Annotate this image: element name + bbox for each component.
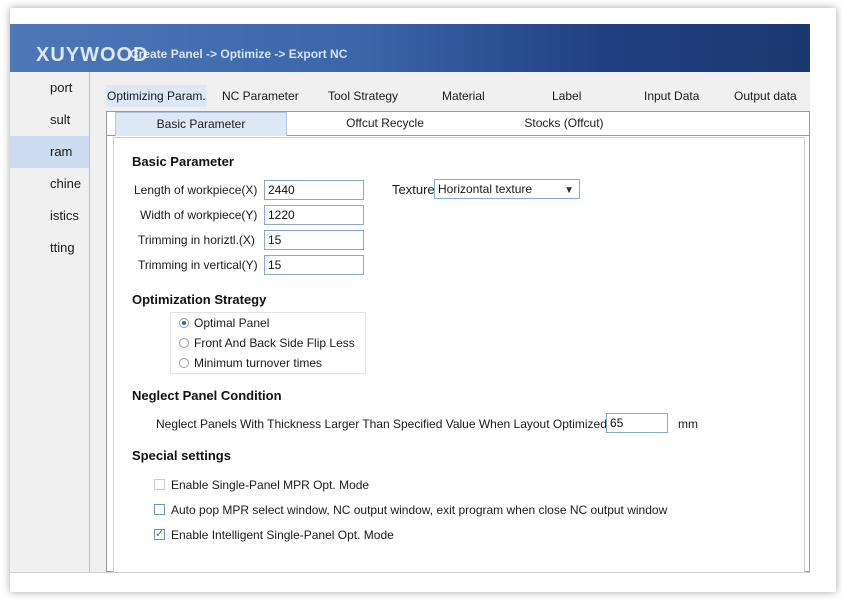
- checkbox-auto-pop-mpr[interactable]: Auto pop MPR select window, NC output wi…: [154, 503, 667, 517]
- radio-label: Optimal Panel: [194, 316, 270, 330]
- checkbox-label: Enable Intelligent Single-Panel Opt. Mod…: [171, 528, 394, 542]
- main-content: Optimizing Param. NC Parameter Tool Stra…: [90, 72, 810, 573]
- checkbox-checked-icon: [154, 527, 165, 540]
- sidebar-item-result[interactable]: sult: [10, 104, 89, 136]
- tab-tool-strategy[interactable]: Tool Strategy: [328, 85, 398, 107]
- thickness-unit: mm: [678, 417, 698, 431]
- checkbox-intelligent-single-panel[interactable]: Enable Intelligent Single-Panel Opt. Mod…: [154, 527, 394, 542]
- tab-output-data[interactable]: Output data: [734, 85, 797, 107]
- subtab-basic-parameter[interactable]: Basic Parameter: [115, 112, 287, 136]
- neglect-thickness-input[interactable]: [606, 413, 668, 433]
- radio-label: Minimum turnover times: [194, 356, 323, 370]
- radio-unchecked-icon: [179, 358, 189, 368]
- trim-horizontal-input[interactable]: [264, 230, 364, 250]
- tab-nc-parameter[interactable]: NC Parameter: [222, 85, 299, 107]
- checkbox-label: Enable Single-Panel MPR Opt. Mode: [171, 478, 370, 492]
- trim-vertical-label: Trimming in vertical(Y): [138, 258, 258, 272]
- checkbox-unchecked-icon: [154, 479, 165, 490]
- length-label: Length of workpiece(X): [134, 183, 258, 197]
- window-bottom-edge: [10, 572, 810, 573]
- trim-vertical-input[interactable]: [264, 255, 364, 275]
- texture-select[interactable]: Horizontal texture ▼: [434, 179, 580, 199]
- sidebar-item-statistics[interactable]: istics: [10, 200, 89, 232]
- radio-unchecked-icon: [179, 338, 189, 348]
- sub-tab-bar: Basic Parameter Offcut Recycle Stocks (O…: [107, 112, 809, 136]
- radio-checked-icon: [179, 318, 189, 328]
- basic-parameter-heading: Basic Parameter: [132, 154, 234, 169]
- trim-horizontal-label: Trimming in horiztl.(X): [138, 233, 255, 247]
- workflow-breadcrumb: Create Panel -> Optimize -> Export NC: [130, 47, 348, 61]
- basic-parameter-page: Basic Parameter Length of workpiece(X) T…: [113, 137, 805, 573]
- special-settings-heading: Special settings: [132, 448, 231, 463]
- tab-material[interactable]: Material: [442, 85, 485, 107]
- checkbox-label: Auto pop MPR select window, NC output wi…: [171, 503, 668, 517]
- optimizing-param-panel: Basic Parameter Offcut Recycle Stocks (O…: [106, 111, 810, 573]
- width-input[interactable]: [264, 205, 364, 225]
- subtab-offcut-recycle[interactable]: Offcut Recycle: [307, 112, 463, 135]
- radio-flip-less[interactable]: Front And Back Side Flip Less: [179, 336, 355, 350]
- sidebar-item-machine[interactable]: chine: [10, 168, 89, 200]
- radio-optimal-panel[interactable]: Optimal Panel: [179, 316, 269, 330]
- radio-minimum-turnover[interactable]: Minimum turnover times: [179, 356, 322, 370]
- texture-selected-value: Horizontal texture: [438, 182, 533, 196]
- chevron-down-icon: ▼: [564, 185, 574, 196]
- tab-input-data[interactable]: Input Data: [644, 85, 699, 107]
- sidebar: port sult ram chine istics tting: [10, 72, 90, 572]
- sidebar-item-param[interactable]: ram: [10, 136, 89, 168]
- subtab-stocks-offcut[interactable]: Stocks (Offcut): [489, 112, 639, 135]
- tab-optimizing-param[interactable]: Optimizing Param.: [106, 85, 207, 107]
- texture-label: Texture: [392, 182, 435, 197]
- workflow-banner: XUYWOOD Create Panel -> Optimize -> Expo…: [10, 24, 810, 72]
- tab-label[interactable]: Label: [552, 85, 581, 107]
- sidebar-item-setting[interactable]: tting: [10, 232, 89, 264]
- neglect-thickness-label: Neglect Panels With Thickness Larger Tha…: [156, 417, 607, 431]
- optimization-strategy-heading: Optimization Strategy: [132, 292, 267, 307]
- neglect-panel-heading: Neglect Panel Condition: [132, 388, 282, 403]
- checkbox-unchecked-icon: [154, 504, 165, 515]
- radio-label: Front And Back Side Flip Less: [194, 336, 355, 350]
- top-tab-bar: Optimizing Param. NC Parameter Tool Stra…: [106, 85, 810, 107]
- width-label: Width of workpiece(Y): [140, 208, 258, 222]
- checkbox-single-panel-mpr[interactable]: Enable Single-Panel MPR Opt. Mode: [154, 478, 369, 492]
- sidebar-item-report[interactable]: port: [10, 72, 89, 104]
- strategy-radio-group: Optimal Panel Front And Back Side Flip L…: [170, 312, 366, 374]
- length-input[interactable]: [264, 180, 364, 200]
